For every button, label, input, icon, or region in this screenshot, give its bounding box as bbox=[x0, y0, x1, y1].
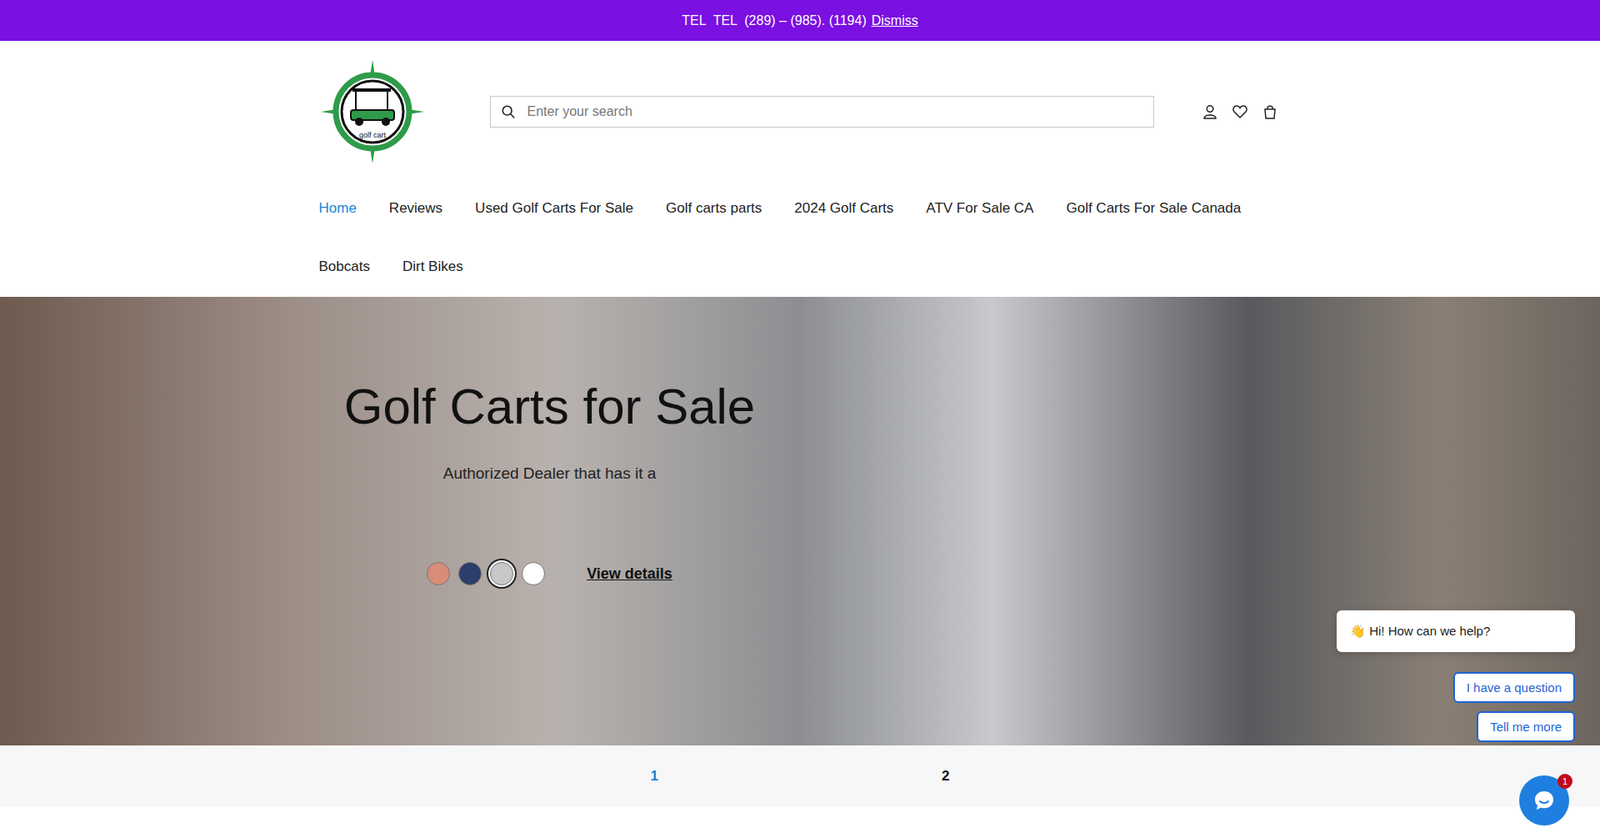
nav-item[interactable]: Bobcats bbox=[319, 257, 370, 276]
chat-widget: 👋 Hi! How can we help? I have a question T… bbox=[1336, 610, 1575, 825]
hero-photo bbox=[0, 296, 1600, 745]
logo[interactable]: golf cart bbox=[319, 58, 426, 165]
pagination-item[interactable]: 1 bbox=[650, 767, 659, 785]
nav-item[interactable]: Golf Carts For Sale Canada bbox=[1065, 199, 1241, 218]
view-details-link[interactable]: View details bbox=[586, 565, 673, 583]
search-icon bbox=[500, 104, 516, 120]
color-swatch[interactable] bbox=[490, 561, 514, 585]
wishlist-heart-icon[interactable] bbox=[1231, 103, 1249, 120]
golf-cart-logo-icon: golf cart bbox=[319, 58, 426, 165]
slider-pagination: 12 bbox=[0, 745, 1600, 806]
nav-item[interactable]: Home bbox=[319, 199, 357, 218]
announcement-bar: TEL TEL (289) – (985). (1194) Dismiss bbox=[0, 0, 1600, 41]
nav-item[interactable]: 2024 Golf Carts bbox=[794, 199, 894, 218]
dismiss-link[interactable]: Dismiss bbox=[871, 13, 919, 29]
color-swatches bbox=[426, 561, 545, 585]
nav-item[interactable]: ATV For Sale CA bbox=[925, 199, 1034, 218]
hero-slider: Golf Carts for Sale Authorized Dealer tha… bbox=[0, 296, 1600, 745]
chat-bubble-icon bbox=[1530, 786, 1558, 814]
hero-content: Golf Carts for Sale Authorized Dealer tha… bbox=[319, 377, 781, 585]
chat-launcher[interactable]: 1 bbox=[1519, 775, 1570, 825]
hero-subtitle: Authorized Dealer that has it a bbox=[319, 464, 781, 483]
search-field[interactable] bbox=[490, 95, 1155, 128]
chat-option-button[interactable]: I have a question bbox=[1453, 671, 1575, 703]
color-swatch[interactable] bbox=[521, 561, 545, 585]
chat-option-button[interactable]: Tell me more bbox=[1476, 710, 1575, 742]
header: golf cart Home Reviews Used Golf Carts For … bbox=[0, 40, 1600, 297]
page: TEL TEL (289) – (985). (1194) Dismiss golf… bbox=[0, 0, 1600, 828]
account-icon[interactable] bbox=[1201, 103, 1219, 120]
hero-title: Golf Carts for Sale bbox=[319, 377, 781, 436]
cart-bag-icon[interactable] bbox=[1261, 103, 1279, 120]
nav-item[interactable]: Reviews bbox=[389, 199, 443, 218]
pagination-item[interactable]: 2 bbox=[941, 767, 950, 785]
chat-unread-badge: 1 bbox=[1557, 773, 1573, 789]
header-icons bbox=[1201, 103, 1279, 120]
search-input[interactable] bbox=[525, 103, 1144, 120]
nav-item[interactable]: Golf carts parts bbox=[665, 199, 762, 218]
nav-item[interactable]: Dirt Bikes bbox=[402, 257, 464, 276]
svg-text:golf cart: golf cart bbox=[358, 130, 386, 140]
announcement-text: TEL TEL (289) – (985). (1194) bbox=[681, 13, 866, 29]
main-nav: Home Reviews Used Golf Carts For Sale Golf … bbox=[319, 199, 1282, 276]
nav-item[interactable]: Used Golf Carts For Sale bbox=[475, 199, 634, 218]
hero-actions: View details bbox=[319, 561, 781, 585]
color-swatch[interactable] bbox=[458, 561, 482, 585]
color-swatch[interactable] bbox=[426, 561, 450, 585]
chat-greeting: 👋 Hi! How can we help? bbox=[1336, 610, 1575, 652]
